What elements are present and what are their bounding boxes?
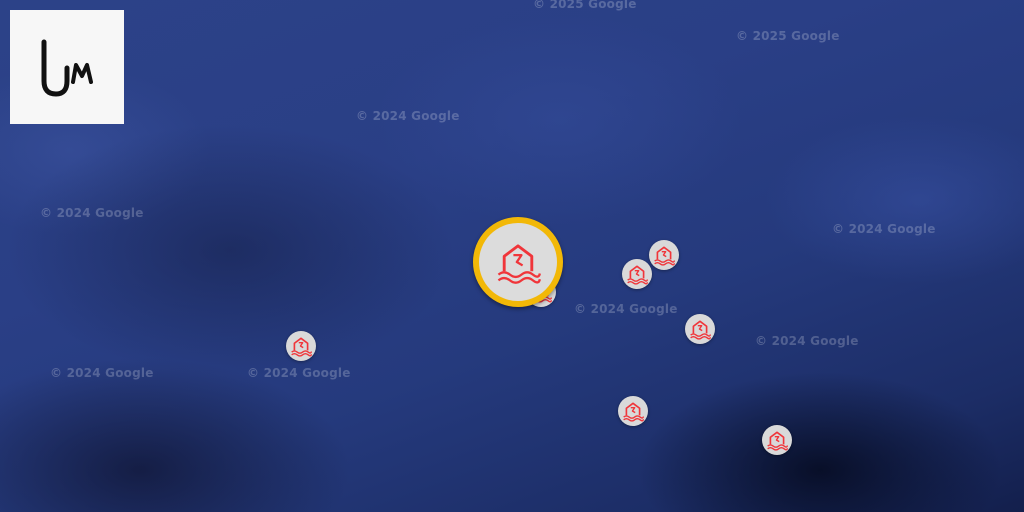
house-flood-icon (623, 402, 644, 422)
flood-marker[interactable] (649, 240, 679, 270)
um-logo-icon (41, 39, 93, 97)
house-flood-icon (654, 246, 675, 266)
map-attribution: © 2024 Google (40, 206, 144, 220)
house-flood-icon (767, 431, 788, 451)
map-attribution: © 2024 Google (356, 109, 460, 123)
house-flood-icon (627, 265, 648, 285)
flood-marker[interactable] (618, 396, 648, 426)
house-flood-icon (690, 320, 711, 340)
app-logo[interactable] (10, 10, 124, 124)
map-attribution: © 2024 Google (755, 334, 859, 348)
map-attribution: © 2024 Google (832, 222, 936, 236)
flood-marker[interactable] (622, 259, 652, 289)
house-flood-icon (497, 244, 541, 284)
map-attribution: © 2024 Google (574, 302, 678, 316)
map-canvas[interactable]: © 2025 Google © 2025 Google © 2024 Googl… (0, 0, 1024, 512)
map-attribution: © 2024 Google (50, 366, 154, 380)
map-attribution: © 2025 Google (736, 29, 840, 43)
selected-flood-marker[interactable] (473, 217, 563, 307)
map-attribution: © 2025 Google (533, 0, 637, 11)
house-flood-icon (291, 337, 312, 357)
map-attribution: © 2024 Google (247, 366, 351, 380)
flood-marker[interactable] (286, 331, 316, 361)
flood-marker[interactable] (685, 314, 715, 344)
flood-marker[interactable] (762, 425, 792, 455)
